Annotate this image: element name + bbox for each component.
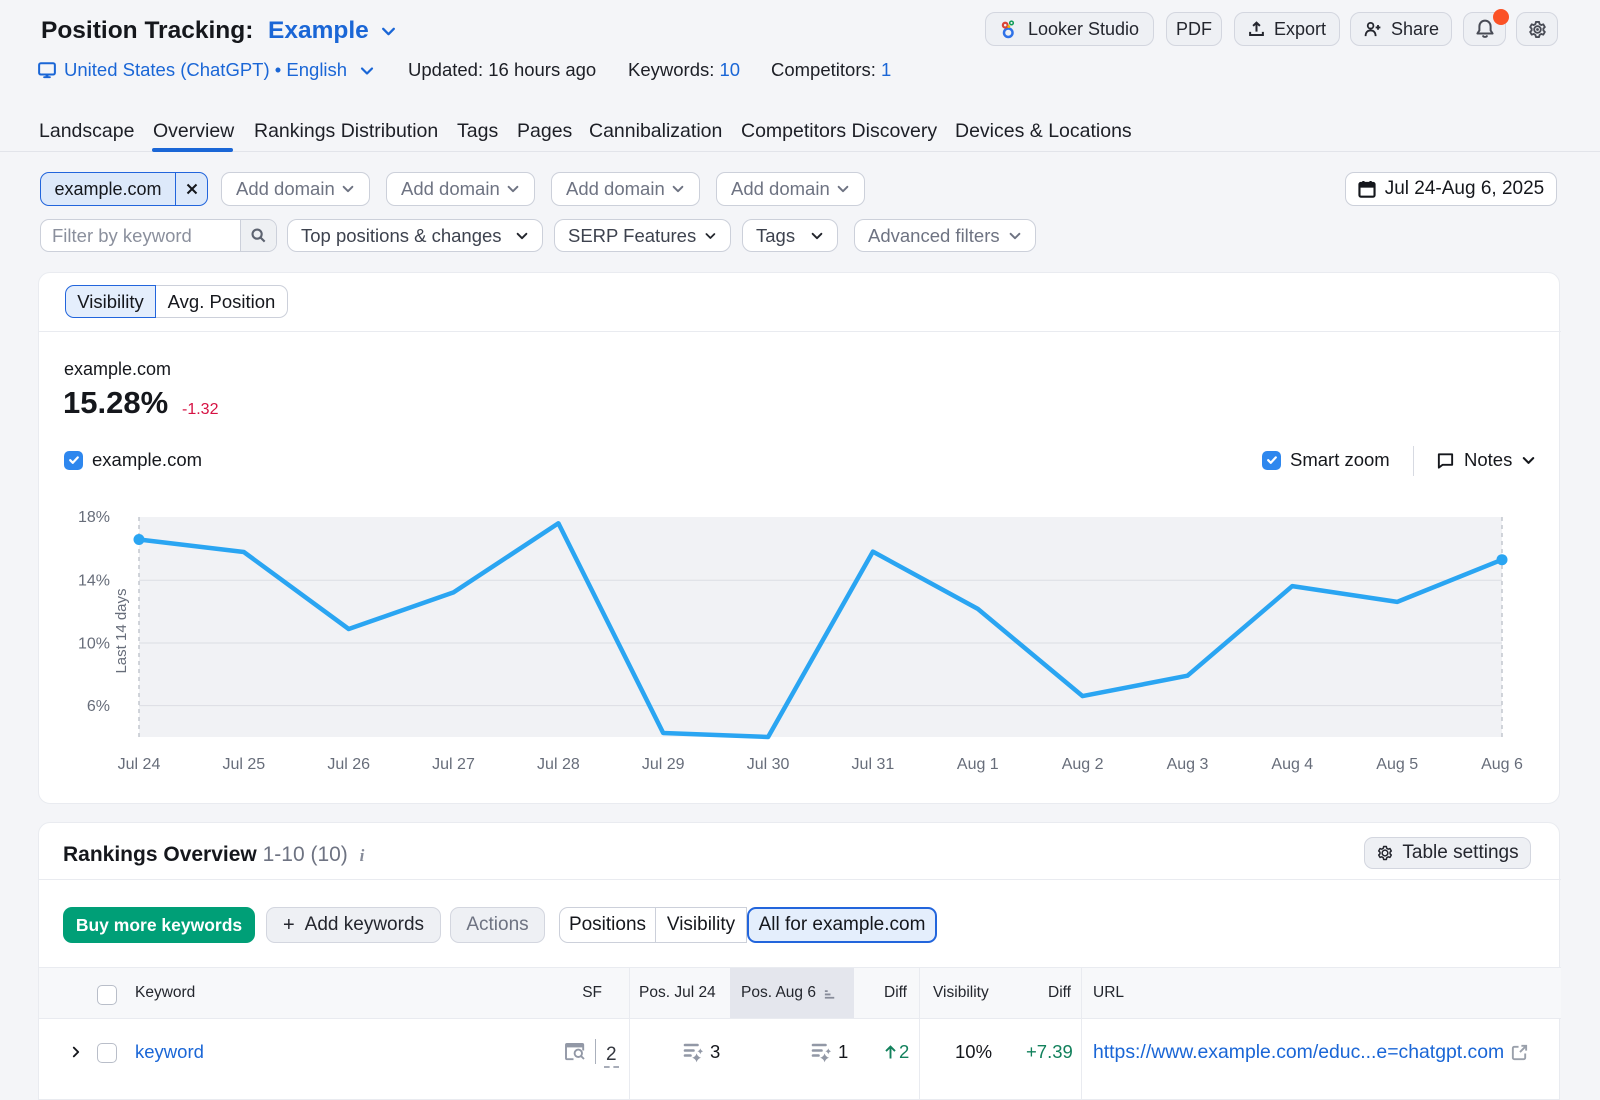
svg-text:Jul 30: Jul 30 — [747, 756, 790, 773]
svg-text:Jul 29: Jul 29 — [642, 756, 685, 773]
svg-text:Aug 6: Aug 6 — [1481, 756, 1523, 773]
svg-text:18%: 18% — [78, 509, 110, 526]
svg-text:Jul 28: Jul 28 — [537, 756, 580, 773]
svg-text:Aug 2: Aug 2 — [1062, 756, 1104, 773]
svg-text:Aug 4: Aug 4 — [1271, 756, 1313, 773]
svg-text:Aug 5: Aug 5 — [1376, 756, 1418, 773]
svg-text:Aug 3: Aug 3 — [1167, 756, 1209, 773]
svg-text:10%: 10% — [78, 636, 110, 653]
svg-text:6%: 6% — [87, 698, 110, 715]
svg-text:Jul 25: Jul 25 — [222, 756, 265, 773]
svg-text:Aug 1: Aug 1 — [957, 756, 999, 773]
svg-text:Jul 26: Jul 26 — [327, 756, 370, 773]
svg-text:Jul 27: Jul 27 — [432, 756, 475, 773]
svg-text:14%: 14% — [78, 573, 110, 590]
svg-text:Jul 31: Jul 31 — [852, 756, 895, 773]
svg-text:Jul 24: Jul 24 — [118, 756, 161, 773]
svg-text:Last 14 days: Last 14 days — [113, 588, 130, 673]
